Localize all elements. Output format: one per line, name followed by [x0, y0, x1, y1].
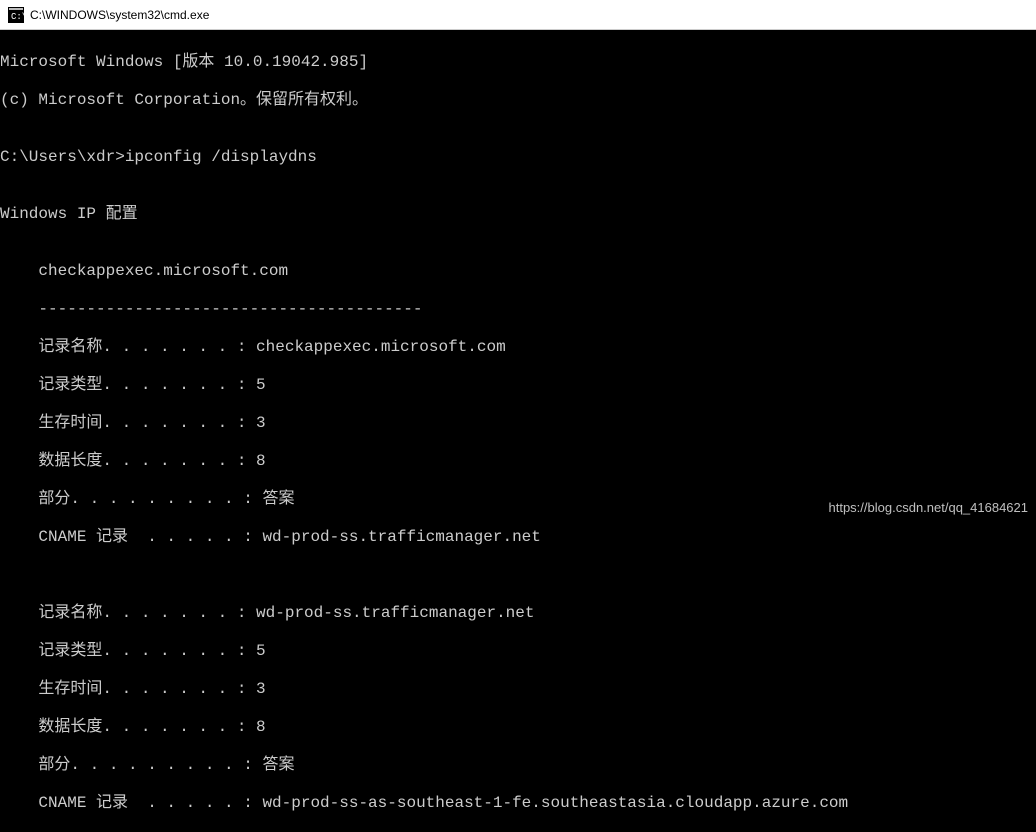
- terminal-output[interactable]: Microsoft Windows [版本 10.0.19042.985] (c…: [0, 30, 1036, 832]
- prompt-command-line: C:\Users\xdr>ipconfig /displaydns: [0, 148, 1036, 167]
- dns-record-row: 记录类型. . . . . . . : 5: [0, 642, 1036, 661]
- copyright-line: (c) Microsoft Corporation。保留所有权利。: [0, 91, 1036, 110]
- dns-record-row: CNAME 记录 . . . . . : wd-prod-ss.trafficm…: [0, 528, 1036, 547]
- svg-text:C:\: C:\: [11, 12, 24, 22]
- dns-record-row: 记录名称. . . . . . . : checkappexec.microso…: [0, 338, 1036, 357]
- cmd-icon: C:\: [8, 7, 24, 23]
- dns-record-row: 部分. . . . . . . . . : 答案: [0, 756, 1036, 775]
- dns-record-row: 生存时间. . . . . . . : 3: [0, 680, 1036, 699]
- dns-record-row: CNAME 记录 . . . . . : wd-prod-ss-as-south…: [0, 794, 1036, 813]
- dns-record-row: 数据长度. . . . . . . : 8: [0, 452, 1036, 471]
- window-titlebar[interactable]: C:\ C:\WINDOWS\system32\cmd.exe: [0, 0, 1036, 30]
- dns-section-title: checkappexec.microsoft.com: [0, 262, 1036, 281]
- ip-config-header: Windows IP 配置: [0, 205, 1036, 224]
- dns-record-row: 数据长度. . . . . . . : 8: [0, 718, 1036, 737]
- dns-record-row: 生存时间. . . . . . . : 3: [0, 414, 1036, 433]
- dns-record-row: 记录名称. . . . . . . : wd-prod-ss.trafficma…: [0, 604, 1036, 623]
- window-title: C:\WINDOWS\system32\cmd.exe: [30, 8, 209, 22]
- watermark-text: https://blog.csdn.net/qq_41684621: [829, 500, 1029, 515]
- dns-section-divider: ----------------------------------------: [0, 300, 1036, 319]
- dns-record-row: 记录类型. . . . . . . : 5: [0, 376, 1036, 395]
- os-version-line: Microsoft Windows [版本 10.0.19042.985]: [0, 53, 1036, 72]
